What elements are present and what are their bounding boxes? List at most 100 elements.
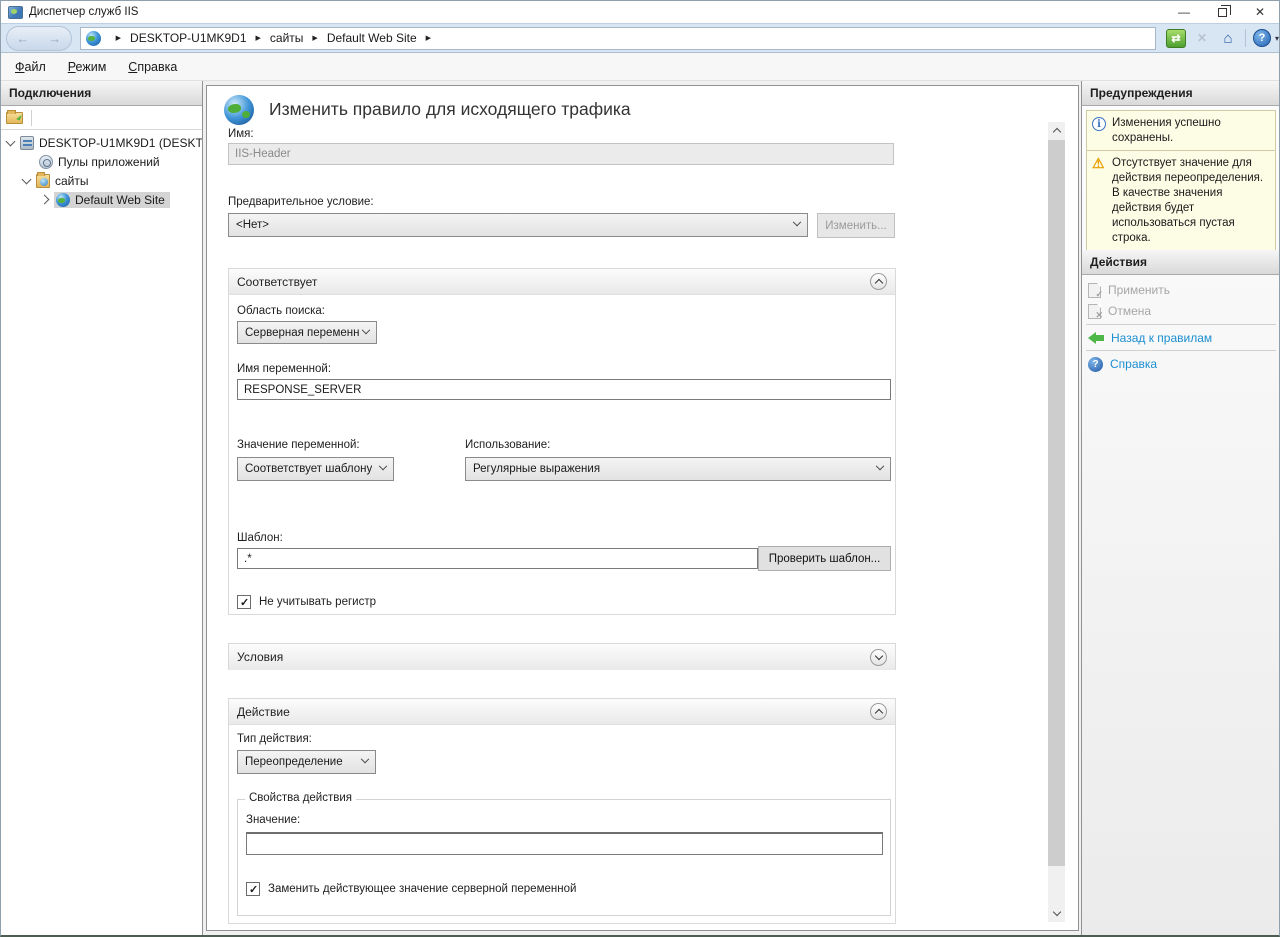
selected-tree-item[interactable]: Default Web Site [54,192,170,208]
tree-item-app-pools[interactable]: Пулы приложений [1,152,202,171]
window-title: Диспетчер служб IIS [29,6,138,18]
alerts-header: Предупреждения [1082,81,1280,106]
chevron-down-icon [875,651,883,659]
collapse-button[interactable] [870,703,887,720]
breadcrumb-sites[interactable]: сайты [270,31,304,45]
ignore-case-label: Не учитывать регистр [259,596,376,608]
cancel-action: ✕ Отмена [1088,301,1151,321]
pattern-label: Шаблон: [237,532,283,544]
home-icon[interactable]: ⌂ [1218,29,1238,48]
menu-bar: Файл Режим Справка [1,53,1279,81]
scrollbar-thumb[interactable] [1048,140,1065,866]
website-globe-icon [56,193,70,207]
crumb-arrow-icon: ▶ [426,34,431,42]
forward-button[interactable]: → [48,31,61,46]
main-content: Изменить правило для исходящего трафика … [206,85,1079,931]
warning-icon: ⚠ [1092,156,1108,246]
scope-label: Область поиска: [237,305,325,317]
back-button[interactable]: ← [16,31,29,46]
connections-tree: DESKTOP-U1MK9D1 (DESKTOP Пулы приложений… [1,130,202,209]
scroll-down-button[interactable] [1048,905,1065,922]
conditions-section-header: Условия [229,644,895,670]
actions-separator [1086,324,1276,325]
menu-file[interactable]: Файл [1,60,57,74]
address-bar: ← → ▶ DESKTOP-U1MK9D1 ▶ сайты ▶ Default … [1,23,1279,53]
replace-value-checkbox[interactable]: ✓ [246,882,260,896]
name-input [228,143,894,165]
collapse-button[interactable] [870,273,887,290]
precondition-select[interactable]: <Нет> [228,213,808,237]
action-section: Действие Тип действия: Переопределение С… [228,698,896,924]
apply-icon: ✓ [1088,283,1101,298]
chevron-down-icon[interactable] [6,136,16,146]
chevron-down-icon [876,462,884,470]
test-pattern-button[interactable]: Проверить шаблон... [758,546,891,571]
ignore-case-checkbox[interactable]: ✓ [237,595,251,609]
restore-icon [1218,8,1227,17]
replace-value-label: Заменить действующее значение серверной … [268,883,576,895]
nav-buttons: ← → [6,26,72,51]
match-section: Соответствует Область поиска: Серверная … [228,268,896,615]
connections-panel: Подключения DESKTOP-U1MK9D1 (DESKTOP Пул… [1,81,203,936]
back-arrow-icon [1088,332,1104,344]
alert-info: i Изменения успешно сохранены. [1086,110,1276,152]
server-icon [20,136,34,150]
check-icon: ✓ [240,599,249,608]
help-icon: ? [1088,357,1103,372]
menu-help[interactable]: Справка [117,60,188,74]
restart-icon[interactable]: ⇄ [1166,29,1186,48]
toolbar-separator [31,110,32,126]
actions-separator [1086,350,1276,351]
match-section-header: Соответствует [229,269,895,295]
tree-item-sites[interactable]: сайты [1,171,202,190]
expand-button[interactable] [870,649,887,666]
actions-header: Действия [1082,250,1280,275]
breadcrumb[interactable]: ▶ DESKTOP-U1MK9D1 ▶ сайты ▶ Default Web … [80,27,1156,50]
chevron-down-icon[interactable] [22,174,32,184]
menu-view[interactable]: Режим [57,60,118,74]
help-icon[interactable]: ? [1253,29,1271,47]
stop-icon: ✕ [1193,29,1211,47]
breadcrumb-server[interactable]: DESKTOP-U1MK9D1 [130,31,246,45]
help-dropdown-icon[interactable]: ▾ [1275,34,1279,43]
tree-item-default-web-site[interactable]: Default Web Site [1,190,202,209]
restore-button[interactable] [1203,1,1241,23]
action-properties-legend: Свойства действия [245,792,356,804]
chevron-down-icon [793,218,801,226]
variable-value-select[interactable]: Соответствует шаблону [237,457,394,481]
iis-manager-window: Диспетчер служб IIS — ✕ ← → ▶ DESKTOP-U1… [0,0,1280,937]
chevron-down-icon [361,755,369,763]
close-button[interactable]: ✕ [1241,1,1279,23]
help-link[interactable]: ? Справка [1088,354,1157,374]
crumb-arrow-icon: ▶ [256,34,261,42]
connections-header: Подключения [1,81,202,106]
connections-toolbar [1,106,202,130]
sites-folder-icon [36,174,50,188]
crumb-arrow-icon: ▶ [312,34,317,42]
action-type-label: Тип действия: [237,733,312,745]
action-value-label: Значение: [246,814,300,826]
chevron-right-icon[interactable] [40,195,50,205]
scroll-up-button[interactable] [1048,122,1065,139]
breadcrumb-site[interactable]: Default Web Site [327,31,417,45]
tree-item-server[interactable]: DESKTOP-U1MK9D1 (DESKTOP [1,133,202,152]
name-label: Имя: [228,128,254,140]
using-label: Использование: [465,439,550,451]
scope-select[interactable]: Серверная переменн [237,321,377,344]
save-connection-icon[interactable] [6,112,23,124]
app-pools-icon [39,155,53,169]
using-select[interactable]: Регулярные выражения [465,457,891,481]
variable-name-input[interactable] [237,379,891,400]
action-type-select[interactable]: Переопределение [237,750,376,774]
toolbar-separator [1245,29,1246,47]
back-to-rules-link[interactable]: Назад к правилам [1088,328,1212,348]
chevron-down-icon [1052,908,1060,916]
action-value-input[interactable] [246,832,883,855]
page-title: Изменить правило для исходящего трафика [269,99,631,120]
vertical-scrollbar[interactable] [1048,122,1065,922]
right-panel: Предупреждения i Изменения успешно сохра… [1081,81,1280,936]
chevron-down-icon [362,325,370,333]
site-globe-icon [86,31,101,46]
minimize-button[interactable]: — [1165,1,1203,23]
pattern-input[interactable] [237,548,758,569]
